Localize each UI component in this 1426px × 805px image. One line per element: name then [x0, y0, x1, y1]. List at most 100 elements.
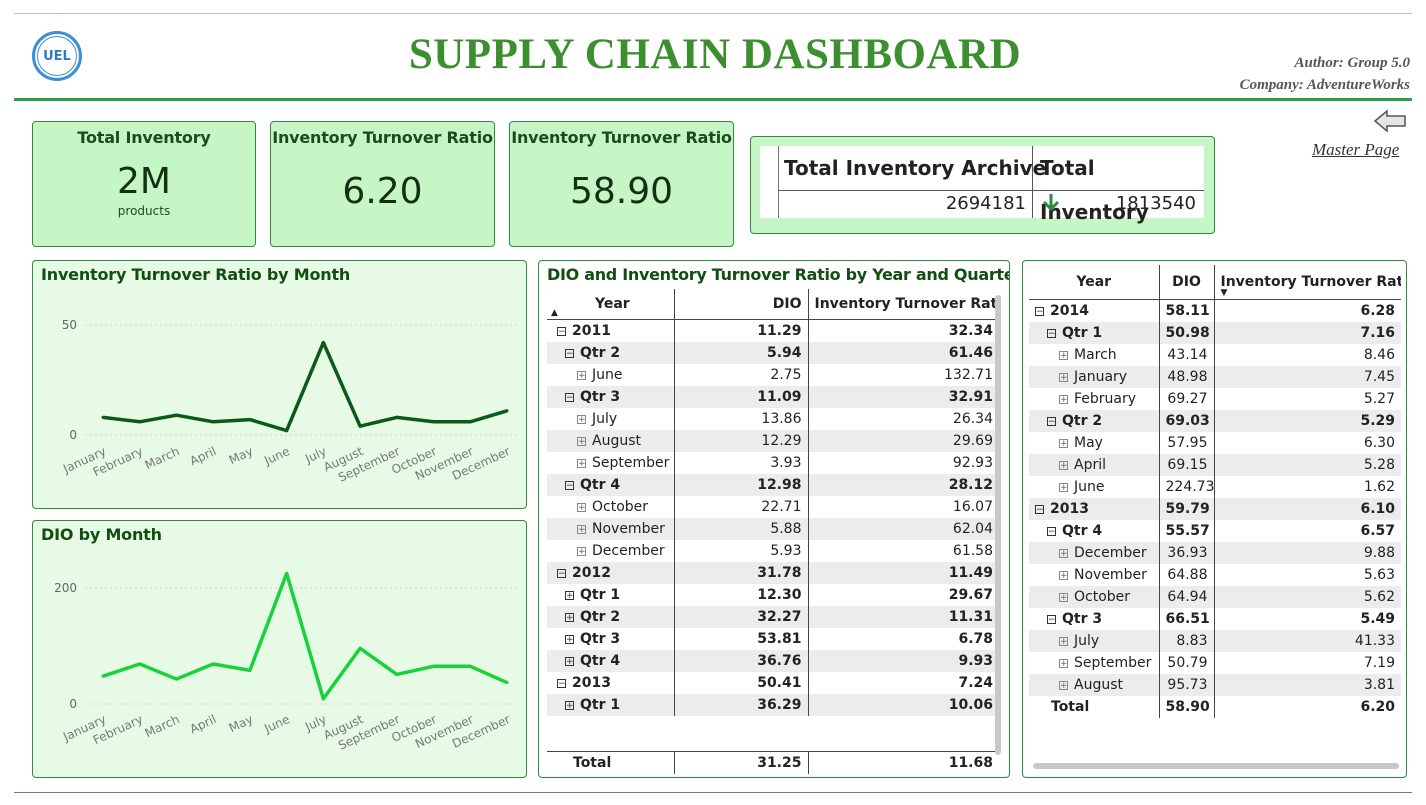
dio-cell: 12.30 [674, 584, 809, 606]
itr-cell: 28.12 [808, 474, 999, 496]
data-point [505, 681, 509, 685]
collapse-icon[interactable]: − [557, 568, 566, 578]
matrix-row: + Qtr 1 12.30 29.67 [547, 584, 999, 606]
row-label: November [592, 521, 665, 537]
expand-icon[interactable]: + [577, 436, 586, 446]
collapse-icon[interactable]: − [1047, 526, 1056, 536]
itr-cell: 5.49 [1360, 611, 1395, 627]
expand-icon[interactable]: + [1059, 394, 1068, 404]
row-label-cell: −2012 [547, 562, 675, 584]
collapse-icon[interactable]: − [565, 348, 574, 358]
row-label-cell: − Qtr 3 [1029, 608, 1160, 630]
back-arrow-icon[interactable] [1373, 109, 1407, 133]
collapse-icon[interactable]: − [1047, 328, 1056, 338]
collapse-icon[interactable]: − [1047, 416, 1056, 426]
kpi-title: Inventory Turnover Ratio [272, 128, 493, 147]
expand-icon[interactable]: + [1059, 460, 1068, 470]
expand-icon[interactable]: + [577, 414, 586, 424]
sort-asc-icon[interactable]: ▲ [551, 308, 558, 318]
row-label-cell: + June [547, 364, 675, 386]
data-point [174, 677, 178, 681]
total-itr: 11.68 [808, 751, 999, 774]
expand-icon[interactable]: + [1059, 548, 1068, 558]
row-label: July [1074, 633, 1100, 649]
itr-cell: 5.29 [1214, 410, 1401, 432]
collapse-icon[interactable]: − [565, 480, 574, 490]
y-tick-label: 0 [69, 428, 77, 442]
dio-turnover-matrix-panel-2: Year DIO Inventory Turnover Ratio ▼ −2014… [1022, 260, 1407, 778]
expand-icon[interactable]: + [1059, 482, 1068, 492]
x-tick-label: March [143, 712, 182, 740]
itr-cell: 29.69 [808, 430, 999, 452]
col-header-year[interactable]: Year [1029, 265, 1160, 300]
x-tick-label: May [227, 712, 255, 735]
expand-icon[interactable]: + [565, 634, 574, 644]
matrix-scroll-area[interactable]: Year DIO Inventory Turnover Ratio ▼ −2014… [1029, 265, 1401, 755]
expand-icon[interactable]: + [565, 656, 574, 666]
itr-cell: 61.46 [808, 342, 999, 364]
expand-icon[interactable]: + [577, 546, 586, 556]
row-label-cell: + Qtr 4 [547, 650, 675, 672]
matrix-scroll-area[interactable]: Year ▲ DIO Inventory Turnover Ratio −2011… [547, 289, 999, 775]
row-label: Qtr 4 [580, 477, 621, 493]
row-label-cell: + January [1029, 366, 1160, 388]
dio-cell: 2.75 [674, 364, 809, 386]
horizontal-scrollbar[interactable] [1033, 763, 1399, 769]
itr-cell: 5.27 [1363, 391, 1395, 407]
archive-col-header[interactable]: Total Inventory Archive [784, 146, 1046, 190]
collapse-icon[interactable]: − [1047, 614, 1056, 624]
expand-icon[interactable]: + [1059, 636, 1068, 646]
total-inventory-value: 1813540 [1115, 193, 1196, 214]
top-divider [14, 13, 1412, 14]
matrix-row: − Qtr 3 66.51 5.49 [1029, 608, 1401, 630]
expand-icon[interactable]: + [1059, 350, 1068, 360]
dio-cell: 36.29 [674, 694, 809, 716]
expand-icon[interactable]: + [565, 700, 574, 710]
expand-icon[interactable]: + [577, 524, 586, 534]
total-inventory-col-header[interactable]: Total Inventory [1040, 146, 1204, 224]
expand-icon[interactable]: + [565, 612, 574, 622]
expand-icon[interactable]: + [577, 502, 586, 512]
collapse-icon[interactable]: − [557, 678, 566, 688]
itr-cell: 10.06 [808, 694, 999, 716]
collapse-icon[interactable]: − [1035, 504, 1044, 514]
collapse-icon[interactable]: − [1035, 306, 1044, 316]
row-label-cell: + June [1029, 476, 1160, 498]
matrix-row: + December 36.93 9.88 [1029, 542, 1401, 564]
expand-icon[interactable]: + [1059, 680, 1068, 690]
total-row: Total 58.90 6.20 [1029, 696, 1401, 718]
expand-icon[interactable]: + [577, 458, 586, 468]
dio-cell: 48.98 [1159, 366, 1215, 388]
expand-icon[interactable]: + [577, 370, 586, 380]
expand-icon[interactable]: + [1059, 438, 1068, 448]
row-label: Qtr 3 [580, 389, 621, 405]
expand-icon[interactable]: + [1059, 570, 1068, 580]
itr-cell: 32.91 [808, 386, 999, 408]
itr-cell: 3.81 [1214, 674, 1401, 696]
col-header-dio[interactable]: DIO [1159, 265, 1215, 300]
expand-icon[interactable]: + [1059, 372, 1068, 382]
expand-icon[interactable]: + [1059, 592, 1068, 602]
col-header-itr[interactable]: Inventory Turnover Ratio [808, 289, 999, 320]
dio-cell: 5.94 [674, 342, 809, 364]
col-header-year[interactable]: Year ▲ [547, 289, 675, 320]
row-label: June [1074, 479, 1105, 495]
sort-desc-icon[interactable]: ▼ [1221, 288, 1228, 298]
collapse-icon[interactable]: − [557, 326, 566, 336]
row-label-cell: − Qtr 4 [1029, 520, 1160, 542]
collapse-icon[interactable]: − [565, 392, 574, 402]
vertical-scrollbar[interactable] [995, 295, 1001, 755]
master-page-link[interactable]: Master Page [1312, 140, 1399, 160]
author-block: Author: Group 5.0 Company: AdventureWork… [1240, 52, 1410, 96]
expand-icon[interactable]: + [1059, 658, 1068, 668]
data-point [432, 664, 436, 668]
expand-icon[interactable]: + [565, 590, 574, 600]
row-label-cell: + November [1029, 564, 1160, 586]
author-text: Author: Group 5.0 [1294, 55, 1410, 71]
col-header-itr[interactable]: Inventory Turnover Ratio ▼ [1214, 265, 1401, 300]
itr-cell: 6.28 [1360, 303, 1395, 319]
dio-cell: 36.76 [674, 650, 809, 672]
row-label-cell: + April [1029, 454, 1160, 476]
row-label-cell: + Qtr 3 [547, 628, 675, 650]
col-header-dio[interactable]: DIO [674, 289, 809, 320]
